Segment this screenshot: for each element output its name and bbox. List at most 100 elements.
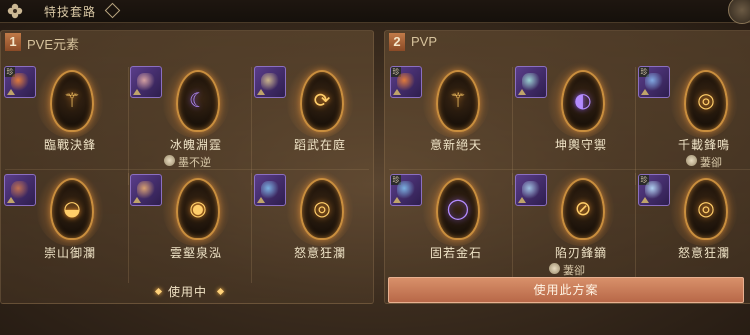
skill-slot[interactable]: 珍 ⚚ 臨戰決鋒 [4,62,126,182]
source-icon [549,263,560,274]
rank-marker-icon [257,197,265,203]
panel-title: PVE元素 [27,37,80,52]
column-divider [512,173,513,283]
skill-source: 墨不逆 [164,154,211,170]
skill-emblem-icon[interactable]: ◎ [670,64,738,138]
panel-title: PVP [411,34,438,49]
skill-source: 萋卻 [549,262,585,278]
tag-icon: 珍 [391,175,401,185]
skill-slot[interactable]: ◎ 怒意狂瀾 [254,170,376,290]
tag-icon: 珍 [391,67,401,77]
source-icon [686,155,697,166]
use-this-plan-button[interactable]: 使用此方案 [388,277,744,303]
skill-slot[interactable]: ⟳ 蹈武在庭 [254,62,376,182]
skill-slot[interactable]: 珍 ⚚ 意新絕天 [390,62,512,182]
skill-glyph-icon: ◯ [446,196,470,220]
equipment-icon[interactable]: 珍 [638,174,670,206]
rank-marker-icon [7,197,15,203]
rank-marker-icon [641,197,649,203]
tag-icon: 珍 [639,175,649,185]
panel-number-badge: 2 [389,33,405,51]
skill-emblem-icon[interactable]: ◒ [36,170,104,246]
skill-glyph-icon: ☾ [189,88,207,112]
tag-icon: 珍 [639,67,649,77]
skill-emblem-icon[interactable]: ◉ [162,170,230,246]
title-bar: 特技套路 [0,0,750,24]
equipment-icon[interactable] [515,66,547,98]
skill-emblem-icon[interactable]: ⚚ [36,62,104,138]
equipment-icon[interactable] [515,174,547,206]
skill-glyph-icon: ◉ [189,196,207,220]
rank-marker-icon [641,89,649,95]
skill-emblem-icon[interactable]: ◯ [422,170,490,246]
equipment-icon[interactable] [254,66,286,98]
source-icon [164,155,175,166]
skill-slot[interactable]: ⊘ 陷刃鋒鏑 萋卻 [515,170,637,290]
skill-slot[interactable]: 珍 ◎ 千載鋒鳴 萋卻 [638,64,750,182]
skill-glyph-icon: ⚚ [449,88,467,112]
skill-name: 意新絕天 [429,138,482,152]
skill-slot[interactable]: ◒ 崇山御瀾 [4,170,126,290]
skill-glyph-icon: ◎ [313,196,331,220]
skill-glyph-icon: ⟳ [313,88,331,112]
rank-marker-icon [257,89,265,95]
panel-header: 2 PVP [385,31,750,53]
skill-source-label: 萋卻 [563,264,585,277]
equipment-icon[interactable]: 珍 [390,66,422,98]
rank-marker-icon [518,197,526,203]
skill-slot[interactable]: ◐ 坤輿守禦 [515,62,637,182]
equipment-icon[interactable]: 珍 [390,174,422,206]
skill-emblem-icon[interactable]: ⟳ [286,62,354,138]
skill-name: 陷刃鋒鏑 [554,246,607,260]
skill-source-label: 墨不逆 [178,156,211,169]
equipment-icon[interactable] [130,174,162,206]
equipment-icon[interactable]: 珍 [4,66,36,98]
skill-name: 雲壑泉泓 [169,246,222,260]
column-divider [128,67,129,185]
page-title: 特技套路 [44,5,97,19]
skill-emblem-icon[interactable]: ☾ [162,62,230,138]
skill-glyph-icon: ◐ [574,88,592,112]
flower-logo-icon [7,3,23,19]
skill-glyph-icon: ◎ [697,196,715,220]
equipment-icon[interactable] [4,174,36,206]
skill-emblem-icon[interactable]: ◎ [286,170,354,246]
skill-emblem-icon[interactable]: ◐ [547,62,615,138]
equipment-icon[interactable] [130,66,162,98]
column-divider [128,173,129,283]
skill-name: 坤輿守禦 [554,138,607,152]
rank-marker-icon [393,89,401,95]
skill-emblem-icon[interactable]: ◎ [670,172,738,246]
skill-name: 固若金石 [429,246,482,260]
equipment-icon[interactable]: 珍 [638,66,670,98]
panel-number-badge: 1 [5,33,21,51]
skill-name: 臨戰決鋒 [43,138,96,152]
skill-emblem-icon[interactable]: ⚚ [422,62,490,138]
rank-marker-icon [7,89,15,95]
close-button[interactable] [728,0,750,24]
in-use-status: 使用中 [168,285,208,299]
skill-slot[interactable]: ◉ 雲壑泉泓 [130,170,252,290]
skill-slot[interactable]: 珍 ◎ 怒意狂瀾 [638,172,750,290]
tag-icon: 珍 [5,67,15,77]
title-diamond-icon [104,2,121,19]
skill-emblem-icon[interactable]: ⊘ [547,170,615,246]
rank-marker-icon [518,89,526,95]
skill-glyph-icon: ⚚ [63,88,81,112]
equipment-icon[interactable] [254,174,286,206]
skill-name: 怒意狂瀾 [677,246,730,260]
skill-name: 千載鋒鳴 [677,138,730,152]
skill-slot[interactable]: 珍 ◯ 固若金石 [390,170,512,290]
skill-slot[interactable]: ☾ 冰魄淵霆 墨不逆 [130,62,252,182]
rank-marker-icon [393,197,401,203]
skill-name: 蹈武在庭 [293,138,346,152]
skill-source: 萋卻 [686,154,722,170]
skill-glyph-icon: ◒ [63,196,81,220]
panel-header: 1 PVE元素 [1,31,373,53]
skill-name: 怒意狂瀾 [293,246,346,260]
skill-glyph-icon: ⊘ [574,196,592,220]
skill-glyph-icon: ◎ [697,88,715,112]
skill-name: 崇山御瀾 [43,246,96,260]
rank-marker-icon [133,89,141,95]
rank-marker-icon [133,197,141,203]
